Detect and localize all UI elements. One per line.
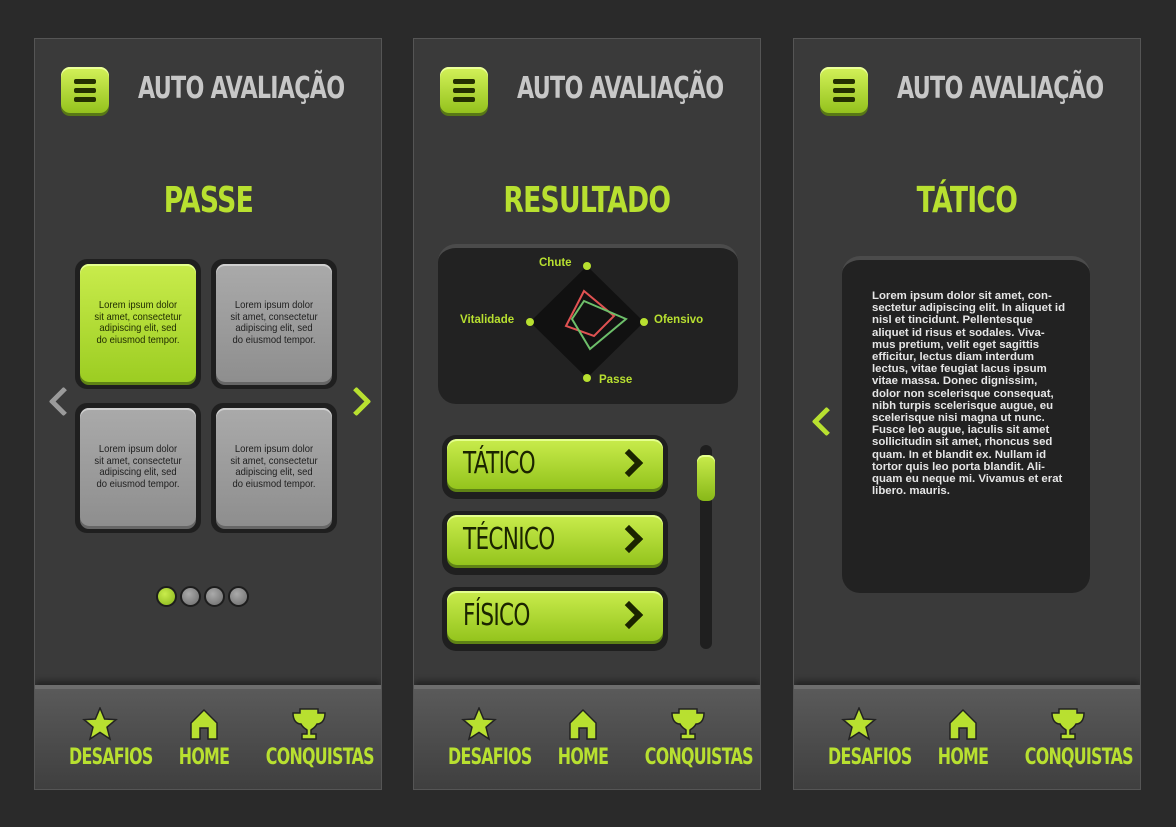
trophy-icon <box>1051 708 1085 740</box>
menu-icon <box>74 78 96 84</box>
trophy-icon <box>292 708 326 740</box>
screen-tatico: AUTO AVALIAÇÃO TÁTICO Lorem ipsum dolor … <box>793 38 1141 790</box>
radar-background <box>530 266 644 378</box>
screen-resultado: AUTO AVALIAÇÃO RESULTADO Chute Ofensivo … <box>413 38 761 790</box>
card-text: Lorem ipsum dolor sit amet, consectetur … <box>230 443 318 490</box>
trophy-icon <box>671 708 705 740</box>
nav-desafios[interactable]: DESAFIOS <box>816 707 912 771</box>
nav-home[interactable]: HOME <box>546 707 620 771</box>
star-icon <box>461 707 497 741</box>
chevron-right-icon <box>614 448 644 478</box>
radar-chart <box>526 262 648 382</box>
chevron-left-icon[interactable] <box>48 386 79 417</box>
category-button-tecnico[interactable]: TÉCNICO <box>442 511 668 575</box>
option-card-3[interactable]: Lorem ipsum dolor sit amet, consectetur … <box>75 403 201 533</box>
section-title: TÁTICO <box>916 180 1018 221</box>
page-dot[interactable] <box>204 586 225 607</box>
description-text: Lorem ipsum dolor sit amet, con-sectetur… <box>872 290 1066 498</box>
radar-label-top: Chute <box>539 257 572 269</box>
nav-home[interactable]: HOME <box>926 707 1000 771</box>
home-icon <box>949 708 977 740</box>
menu-button[interactable] <box>61 67 109 113</box>
page-dot[interactable] <box>228 586 249 607</box>
chevron-left-icon[interactable] <box>811 406 842 437</box>
page-dot[interactable] <box>156 586 177 607</box>
radar-label-bottom: Passe <box>599 374 633 386</box>
menu-button[interactable] <box>820 67 868 113</box>
radar-point-top <box>583 262 591 270</box>
chevron-right-icon <box>614 600 644 630</box>
section-title: RESULTADO <box>503 180 672 221</box>
menu-icon <box>453 78 475 84</box>
home-icon <box>569 708 597 740</box>
nav-desafios[interactable]: DESAFIOS <box>57 707 153 771</box>
section-title: PASSE <box>163 180 253 221</box>
app-title: AUTO AVALIAÇÃO <box>517 71 724 106</box>
nav-conquistas[interactable]: CONQUISTAS <box>628 707 754 771</box>
option-card-4[interactable]: Lorem ipsum dolor sit amet, consectetur … <box>211 403 337 533</box>
radar-label-left: Vitalidade <box>460 314 515 326</box>
radar-label-right: Ofensivo <box>654 314 704 326</box>
radar-point-bottom <box>583 374 591 382</box>
star-icon <box>841 707 877 741</box>
nav-home[interactable]: HOME <box>167 707 241 771</box>
description-panel: Lorem ipsum dolor sit amet, con-sectetur… <box>842 256 1090 593</box>
nav-conquistas[interactable]: CONQUISTAS <box>1008 707 1134 771</box>
card-text: Lorem ipsum dolor sit amet, consectetur … <box>230 299 318 346</box>
card-text: Lorem ipsum dolor sit amet, consectetur … <box>94 443 182 490</box>
page-indicator <box>156 586 249 607</box>
radar-point-left <box>526 318 534 326</box>
scrollbar-thumb[interactable] <box>697 455 715 501</box>
bottom-nav: DESAFIOS HOME CONQUISTAS <box>35 685 381 789</box>
app-title: AUTO AVALIAÇÃO <box>138 71 345 106</box>
menu-button[interactable] <box>440 67 488 113</box>
scrollbar[interactable] <box>697 445 715 649</box>
nav-conquistas[interactable]: CONQUISTAS <box>249 707 375 771</box>
card-text: Lorem ipsum dolor sit amet, consectetur … <box>94 299 182 346</box>
category-button-tatico[interactable]: TÁTICO <box>442 435 668 499</box>
bottom-nav: DESAFIOS HOME CONQUISTAS <box>794 685 1140 789</box>
chevron-right-icon[interactable] <box>341 386 372 417</box>
bottom-nav: DESAFIOS HOME CONQUISTAS <box>414 685 760 789</box>
nav-desafios[interactable]: DESAFIOS <box>436 707 532 771</box>
page-dot[interactable] <box>180 586 201 607</box>
chevron-right-icon <box>614 524 644 554</box>
category-button-fisico[interactable]: FÍSICO <box>442 587 668 651</box>
radar-point-right <box>640 318 648 326</box>
option-card-1[interactable]: Lorem ipsum dolor sit amet, consectetur … <box>75 259 201 389</box>
home-icon <box>190 708 218 740</box>
star-icon <box>82 707 118 741</box>
app-title: AUTO AVALIAÇÃO <box>897 71 1104 106</box>
radar-chart-panel: Chute Ofensivo Passe Vitalidade <box>438 244 738 404</box>
screen-passe: AUTO AVALIAÇÃO PASSE Lorem ipsum dolor s… <box>34 38 382 790</box>
option-card-2[interactable]: Lorem ipsum dolor sit amet, consectetur … <box>211 259 337 389</box>
menu-icon <box>833 78 855 84</box>
